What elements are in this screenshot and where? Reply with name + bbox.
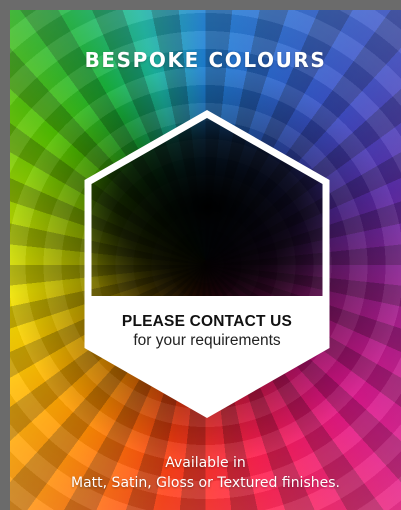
banner-title: BESPOKE COLOURS	[84, 48, 327, 72]
availability-line-1: Available in	[165, 455, 246, 471]
hexagon-badge: PLEASE CONTACT US for your requirements	[82, 108, 332, 420]
hexagon-icon	[84, 109, 330, 419]
contact-heading: PLEASE CONTACT US	[121, 313, 293, 330]
contact-subtext: for your requirements	[133, 332, 281, 349]
bespoke-colours-banner: BESPOKE COLOURS PLEASE CONTACT US for yo…	[0, 0, 401, 510]
availability-line-2: Matt, Satin, Gloss or Textured finishes.	[71, 475, 340, 491]
